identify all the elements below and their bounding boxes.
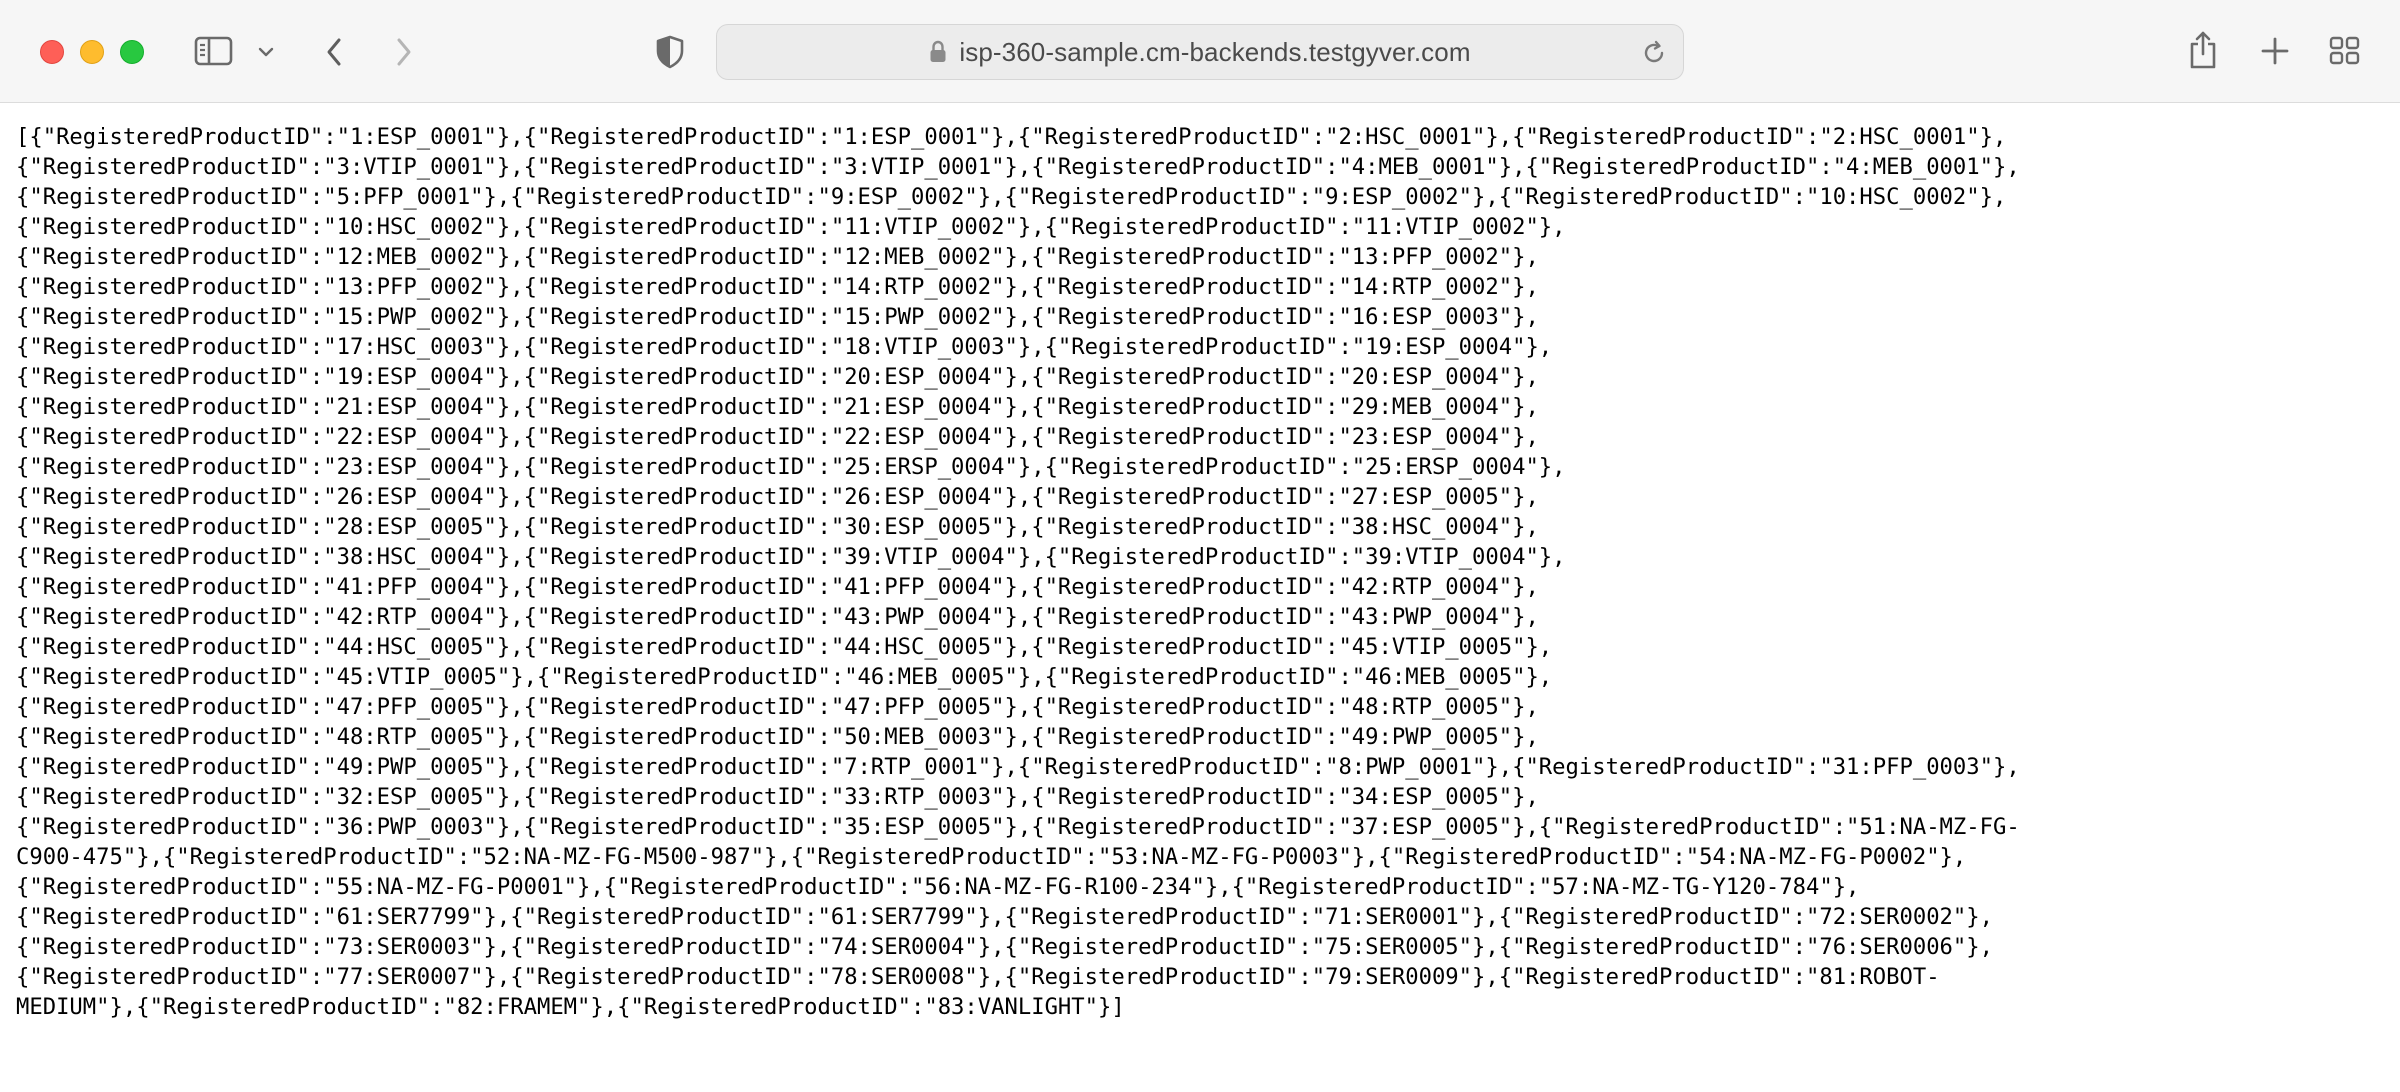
plus-icon[interactable]: [2258, 34, 2292, 68]
minimize-window-button[interactable]: [80, 40, 104, 64]
json-line: [{"RegisteredProductID":"1:ESP_0001"},{"…: [16, 124, 2007, 150]
json-line: {"RegisteredProductID":"38:HSC_0004"},{"…: [16, 544, 1566, 570]
chevron-right-icon[interactable]: [388, 32, 420, 72]
json-line: {"RegisteredProductID":"36:PWP_0003"},{"…: [16, 814, 2020, 840]
json-line: {"RegisteredProductID":"10:HSC_0002"},{"…: [16, 214, 1566, 240]
json-line: {"RegisteredProductID":"12:MEB_0002"},{"…: [16, 244, 1539, 270]
json-line: {"RegisteredProductID":"45:VTIP_0005"},{…: [16, 664, 1553, 690]
address-bar[interactable]: isp-360-sample.cm-backends.testgyver.com: [716, 24, 1684, 80]
json-line: {"RegisteredProductID":"3:VTIP_0001"},{"…: [16, 154, 2020, 180]
json-line: {"RegisteredProductID":"17:HSC_0003"},{"…: [16, 334, 1553, 360]
url-container: isp-360-sample.cm-backends.testgyver.com: [717, 25, 1683, 79]
json-line: {"RegisteredProductID":"5:PFP_0001"},{"R…: [16, 184, 2007, 210]
json-line: {"RegisteredProductID":"15:PWP_0002"},{"…: [16, 304, 1539, 330]
json-line: {"RegisteredProductID":"32:ESP_0005"},{"…: [16, 784, 1539, 810]
lock-icon: [929, 40, 947, 64]
json-line: {"RegisteredProductID":"42:RTP_0004"},{"…: [16, 604, 1539, 630]
chevron-down-icon[interactable]: [254, 40, 278, 64]
json-line: {"RegisteredProductID":"48:RTP_0005"},{"…: [16, 724, 1539, 750]
reload-icon[interactable]: [1641, 40, 1667, 71]
json-line: {"RegisteredProductID":"47:PFP_0005"},{"…: [16, 694, 1539, 720]
json-line: {"RegisteredProductID":"77:SER0007"},{"R…: [16, 964, 1940, 990]
json-line: {"RegisteredProductID":"55:NA-MZ-FG-P000…: [16, 874, 1860, 900]
close-window-button[interactable]: [40, 40, 64, 64]
shield-icon[interactable]: [652, 32, 688, 72]
sidebar-icon[interactable]: [192, 33, 236, 69]
json-line: {"RegisteredProductID":"21:ESP_0004"},{"…: [16, 394, 1539, 420]
json-line: {"RegisteredProductID":"28:ESP_0005"},{"…: [16, 514, 1539, 540]
json-line: {"RegisteredProductID":"61:SER7799"},{"R…: [16, 904, 1993, 930]
json-response-text: [{"RegisteredProductID":"1:ESP_0001"},{"…: [16, 122, 2386, 1022]
chevron-left-icon[interactable]: [318, 32, 350, 72]
json-line: {"RegisteredProductID":"19:ESP_0004"},{"…: [16, 364, 1539, 390]
json-line: {"RegisteredProductID":"26:ESP_0004"},{"…: [16, 484, 1539, 510]
json-line: C900-475"},{"RegisteredProductID":"52:NA…: [16, 844, 1967, 870]
grid-icon[interactable]: [2328, 34, 2362, 68]
json-line: {"RegisteredProductID":"23:ESP_0004"},{"…: [16, 454, 1566, 480]
browser-toolbar: isp-360-sample.cm-backends.testgyver.com: [0, 0, 2400, 103]
url-text: isp-360-sample.cm-backends.testgyver.com: [959, 36, 1471, 67]
json-line: {"RegisteredProductID":"49:PWP_0005"},{"…: [16, 754, 2020, 780]
json-line: {"RegisteredProductID":"41:PFP_0004"},{"…: [16, 574, 1539, 600]
json-line: {"RegisteredProductID":"44:HSC_0005"},{"…: [16, 634, 1553, 660]
json-line: {"RegisteredProductID":"13:PFP_0002"},{"…: [16, 274, 1539, 300]
page-content: [{"RegisteredProductID":"1:ESP_0001"},{"…: [16, 122, 2386, 1062]
json-line: MEDIUM"},{"RegisteredProductID":"82:FRAM…: [16, 994, 1125, 1020]
browser-window: isp-360-sample.cm-backends.testgyver.com: [0, 0, 2400, 1092]
share-icon[interactable]: [2186, 28, 2220, 72]
json-line: {"RegisteredProductID":"22:ESP_0004"},{"…: [16, 424, 1539, 450]
json-line: {"RegisteredProductID":"73:SER0003"},{"R…: [16, 934, 1993, 960]
maximize-window-button[interactable]: [120, 40, 144, 64]
